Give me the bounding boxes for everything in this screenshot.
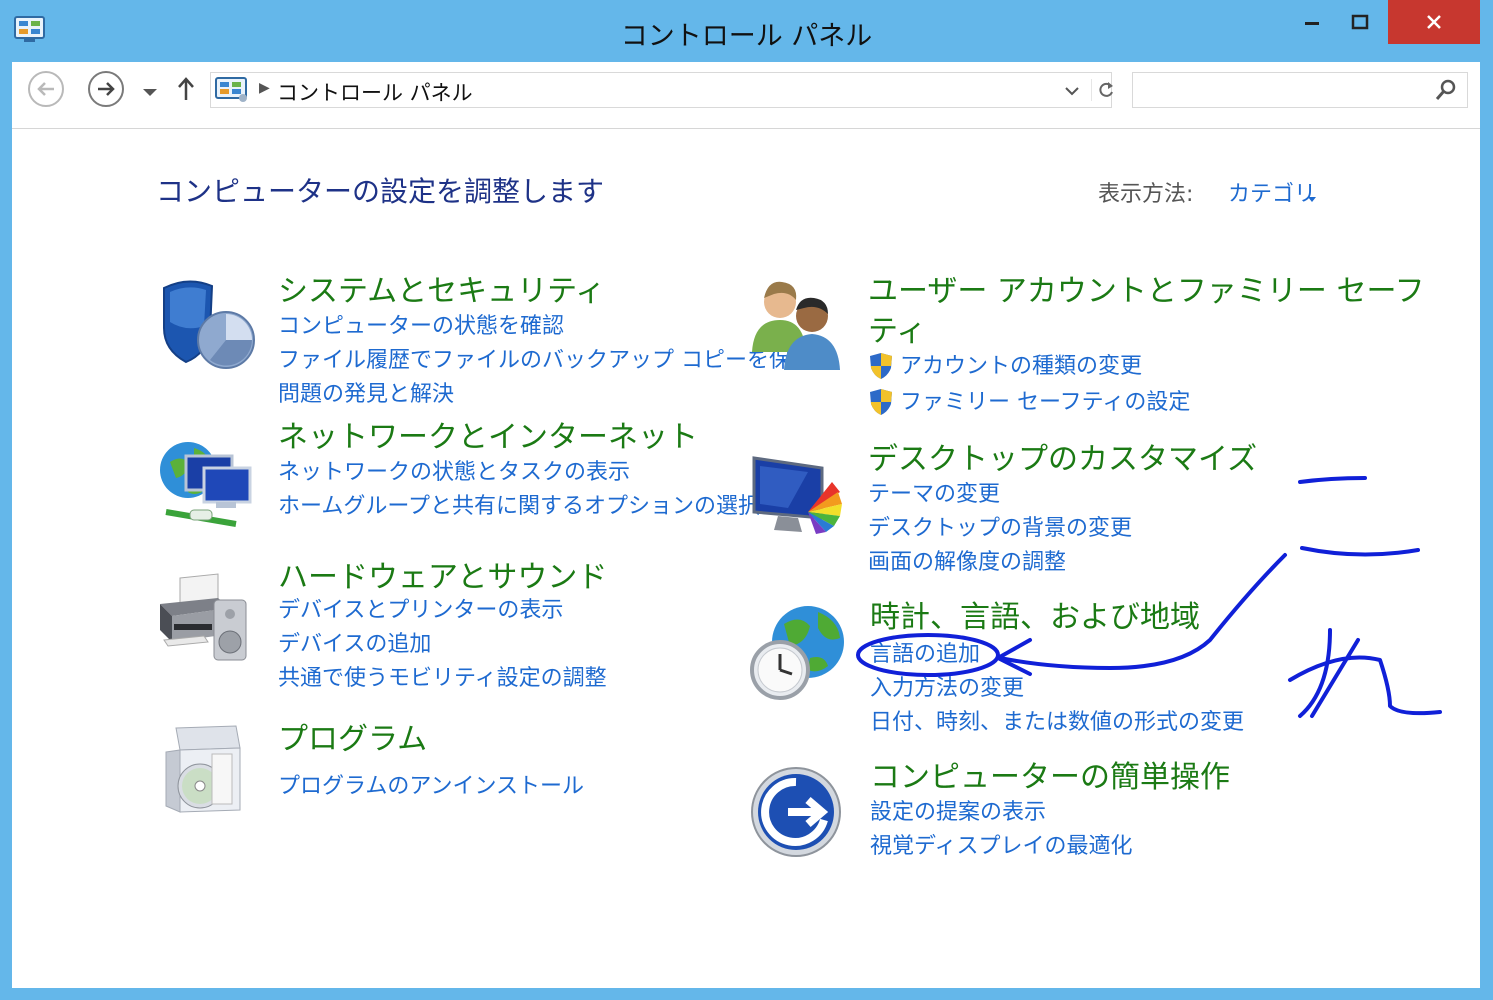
category-title[interactable]: システムとセキュリティ bbox=[278, 272, 605, 312]
link-file-history-backup[interactable]: ファイル履歴でファイルのバックアップ コピーを保存 bbox=[278, 346, 813, 376]
minimize-button[interactable] bbox=[1290, 0, 1334, 44]
program-box-icon[interactable] bbox=[156, 724, 252, 820]
link-check-computer-status[interactable]: コンピューターの状態を確認 bbox=[278, 312, 564, 342]
users-icon[interactable] bbox=[748, 274, 844, 370]
network-globe-icon[interactable] bbox=[156, 434, 252, 530]
link-devices-printers[interactable]: デバイスとプリンターの表示 bbox=[278, 596, 563, 626]
recent-locations-button[interactable] bbox=[142, 82, 158, 101]
category-title-line1[interactable]: ユーザー アカウントとファミリー セーフ bbox=[868, 272, 1425, 312]
ease-of-access-icon[interactable] bbox=[748, 764, 844, 860]
breadcrumb-control-panel[interactable]: コントロール パネル bbox=[277, 77, 473, 107]
category-title[interactable]: ハードウェアとサウンド bbox=[278, 558, 607, 598]
link-change-date-time-format[interactable]: 日付、時刻、または数値の形式の変更 bbox=[870, 708, 1244, 738]
breadcrumb-chevron-icon[interactable]: ▶ bbox=[259, 80, 270, 96]
control-panel-window: コントロール パネル ▶ コントロール パネル コンピューターの設定を調整します… bbox=[0, 0, 1493, 1000]
link-change-input-method[interactable]: 入力方法の変更 bbox=[870, 674, 1024, 704]
uac-shield-icon bbox=[868, 388, 894, 420]
link-homegroup-sharing[interactable]: ホームグループと共有に関するオプションの選択 bbox=[278, 492, 760, 522]
link-uninstall-program[interactable]: プログラムのアンインストール bbox=[278, 772, 584, 802]
forward-arrow-icon bbox=[98, 82, 115, 96]
desktop-monitor-icon[interactable] bbox=[748, 452, 844, 548]
close-button[interactable] bbox=[1388, 0, 1480, 44]
back-arrow-icon bbox=[37, 82, 54, 96]
link-suggested-settings[interactable]: 設定の提案の表示 bbox=[870, 798, 1046, 828]
link-optimize-display[interactable]: 視覚ディスプレイの最適化 bbox=[870, 832, 1132, 862]
forward-button[interactable] bbox=[88, 71, 124, 107]
view-by-dropdown[interactable]: カテゴリ bbox=[1228, 176, 1316, 208]
chevron-down-icon bbox=[1065, 87, 1079, 96]
category-title[interactable]: ネットワークとインターネット bbox=[278, 418, 698, 458]
view-by-label: 表示方法: bbox=[1098, 182, 1194, 207]
address-bar[interactable]: ▶ コントロール パネル bbox=[210, 72, 1113, 108]
category-title-line2[interactable]: ティ bbox=[868, 312, 926, 352]
link-find-fix-problems[interactable]: 問題の発見と解決 bbox=[278, 380, 454, 410]
navigation-bar: ▶ コントロール パネル bbox=[12, 62, 1480, 129]
view-by-dropdown-icon[interactable] bbox=[1308, 188, 1316, 207]
title-bar[interactable]: コントロール パネル bbox=[0, 0, 1493, 62]
link-network-status-tasks[interactable]: ネットワークの状態とタスクの表示 bbox=[278, 458, 630, 488]
link-adjust-resolution[interactable]: 画面の解像度の調整 bbox=[868, 548, 1066, 578]
search-input[interactable] bbox=[1132, 72, 1468, 108]
maximize-button[interactable] bbox=[1338, 0, 1382, 44]
search-icon[interactable] bbox=[1435, 79, 1457, 105]
link-change-account-type[interactable]: アカウントの種類の変更 bbox=[900, 352, 1142, 382]
link-add-device[interactable]: デバイスの追加 bbox=[278, 630, 431, 660]
window-title: コントロール パネル bbox=[620, 21, 873, 52]
client-area: ▶ コントロール パネル コンピューターの設定を調整します 表示方法: カテゴリ bbox=[12, 62, 1480, 988]
refresh-icon bbox=[1099, 82, 1113, 97]
category-title[interactable]: 時計、言語、および地域 bbox=[870, 598, 1200, 638]
category-title[interactable]: コンピューターの簡単操作 bbox=[870, 758, 1230, 798]
address-control-panel-icon bbox=[215, 77, 249, 107]
shield-security-icon[interactable] bbox=[156, 274, 255, 370]
category-title[interactable]: デスクトップのカスタマイズ bbox=[868, 440, 1257, 480]
back-button[interactable] bbox=[28, 71, 64, 107]
refresh-button[interactable] bbox=[1091, 79, 1116, 101]
link-add-language[interactable]: 言語の追加 bbox=[870, 640, 980, 670]
page-heading: コンピューターの設定を調整します bbox=[156, 175, 605, 208]
category-title[interactable]: プログラム bbox=[278, 720, 427, 760]
up-arrow-icon bbox=[178, 77, 194, 100]
link-mobility-settings[interactable]: 共通で使うモビリティ設定の調整 bbox=[278, 664, 607, 694]
globe-clock-icon[interactable] bbox=[748, 602, 844, 700]
dropdown-icon bbox=[143, 89, 157, 96]
link-family-safety[interactable]: ファミリー セーフティの設定 bbox=[900, 388, 1190, 418]
close-icon bbox=[1427, 15, 1441, 29]
link-change-background[interactable]: デスクトップの背景の変更 bbox=[868, 514, 1132, 544]
up-button[interactable] bbox=[176, 76, 196, 106]
address-history-button[interactable] bbox=[1065, 81, 1079, 100]
link-change-theme[interactable]: テーマの変更 bbox=[868, 480, 1000, 510]
uac-shield-icon bbox=[868, 352, 894, 384]
printer-icon[interactable] bbox=[156, 570, 252, 666]
